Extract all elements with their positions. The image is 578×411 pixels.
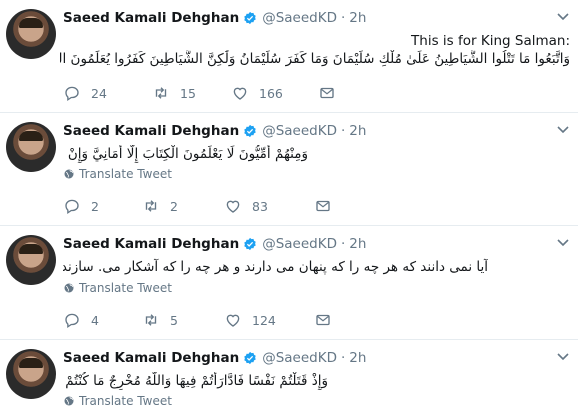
like-icon	[233, 87, 247, 100]
direct-message-icon	[316, 200, 330, 212]
reply-button[interactable]: 24	[63, 84, 152, 102]
tweet-header: Saeed Kamali Dehghan @SaeedKD · 2h	[63, 349, 366, 367]
translate-tweet-link[interactable]: Translate Tweet	[63, 394, 172, 408]
separator-dot: ·	[340, 123, 346, 139]
tweet-text-line: آیا نمی دانند که هر چه را که پنهان می دا…	[63, 259, 488, 275]
avatar[interactable]	[6, 235, 56, 285]
reply-button[interactable]: 2	[63, 197, 142, 215]
translate-tweet-link[interactable]: Translate Tweet	[63, 167, 172, 181]
reply-count: 4	[91, 312, 99, 328]
tweet-text-line: وَاتَّبَعُوا مَا تَتْلُوا الشَّيَاطِينُ …	[60, 51, 570, 67]
like-button[interactable]: 166	[231, 84, 318, 102]
tweet-actions: 4 5 124	[63, 311, 332, 329]
avatar[interactable]	[6, 122, 56, 172]
translate-label: Translate Tweet	[79, 167, 172, 181]
like-icon	[226, 200, 240, 213]
translate-label: Translate Tweet	[79, 394, 172, 408]
tweet-actions: 24 15 166	[63, 84, 336, 102]
direct-message-icon	[316, 314, 330, 326]
timestamp[interactable]: 2h	[349, 350, 366, 366]
tweet-header: Saeed Kamali Dehghan @SaeedKD · 2h	[63, 235, 366, 253]
timestamp[interactable]: 2h	[349, 10, 366, 26]
tweet[interactable]: Saeed Kamali Dehghan @SaeedKD · 2h آیا ن…	[0, 226, 578, 340]
author-name[interactable]: Saeed Kamali Dehghan	[63, 123, 239, 139]
verified-badge-icon	[244, 351, 256, 365]
timestamp[interactable]: 2h	[349, 123, 366, 139]
separator-dot: ·	[340, 10, 346, 26]
globe-icon	[64, 169, 74, 179]
retweet-count: 5	[170, 312, 178, 328]
globe-icon	[64, 396, 74, 406]
retweet-icon	[145, 200, 157, 212]
globe-icon	[64, 283, 74, 293]
translate-label: Translate Tweet	[79, 281, 172, 295]
like-count: 166	[259, 85, 283, 101]
author-handle[interactable]: @SaeedKD	[262, 350, 337, 366]
tweet-text-line: وَإِذْ قَتَلْتُمْ نَفْسًا فَادَّارَأْتُم…	[63, 373, 328, 389]
author-name[interactable]: Saeed Kamali Dehghan	[63, 236, 239, 252]
tweet-actions: 2 2 83	[63, 197, 332, 215]
reply-count: 2	[91, 198, 99, 214]
verified-badge-icon	[244, 237, 256, 251]
tweet-text-line: وَمِنْهُمْ أُمِّيُّونَ لَا يَعْلَمُونَ ا…	[63, 146, 308, 162]
direct-message-button[interactable]	[314, 197, 332, 215]
direct-message-button[interactable]	[318, 84, 336, 102]
translate-tweet-link[interactable]: Translate Tweet	[63, 281, 172, 295]
author-name[interactable]: Saeed Kamali Dehghan	[63, 350, 239, 366]
verified-badge-icon	[244, 11, 256, 25]
author-handle[interactable]: @SaeedKD	[262, 10, 337, 26]
direct-message-button[interactable]	[314, 311, 332, 329]
author-handle[interactable]: @SaeedKD	[262, 123, 337, 139]
reply-button[interactable]: 4	[63, 311, 142, 329]
separator-dot: ·	[340, 236, 346, 252]
retweet-count: 2	[170, 198, 178, 214]
tweet-header: Saeed Kamali Dehghan @SaeedKD · 2h	[63, 122, 366, 140]
retweet-count: 15	[180, 85, 196, 101]
tweet-header: Saeed Kamali Dehghan @SaeedKD · 2h	[63, 9, 366, 27]
chevron-down-icon[interactable]	[556, 238, 570, 248]
direct-message-icon	[320, 87, 334, 99]
separator-dot: ·	[340, 350, 346, 366]
tweet[interactable]: Saeed Kamali Dehghan @SaeedKD · 2h This …	[0, 0, 578, 113]
reply-icon	[65, 86, 79, 102]
avatar[interactable]	[6, 349, 56, 399]
reply-count: 24	[91, 85, 107, 101]
author-name[interactable]: Saeed Kamali Dehghan	[63, 10, 239, 26]
tweet-text-line: This is for King Salman:	[411, 33, 570, 49]
like-icon	[226, 314, 240, 327]
like-button[interactable]: 83	[224, 197, 314, 215]
chevron-down-icon[interactable]	[556, 352, 570, 362]
tweet[interactable]: Saeed Kamali Dehghan @SaeedKD · 2h وَمِن…	[0, 113, 578, 226]
avatar[interactable]	[6, 9, 56, 59]
retweet-button[interactable]: 15	[152, 84, 231, 102]
verified-badge-icon	[244, 124, 256, 138]
tweet-feed: Saeed Kamali Dehghan @SaeedKD · 2h This …	[0, 0, 578, 411]
author-handle[interactable]: @SaeedKD	[262, 236, 337, 252]
chevron-down-icon[interactable]	[556, 12, 570, 22]
tweet[interactable]: Saeed Kamali Dehghan @SaeedKD · 2h وَإِذ…	[0, 340, 578, 411]
retweet-button[interactable]: 2	[142, 197, 224, 215]
like-count: 124	[252, 312, 276, 328]
chevron-down-icon[interactable]	[556, 125, 570, 135]
like-count: 83	[252, 198, 268, 214]
reply-icon	[65, 199, 79, 215]
timestamp[interactable]: 2h	[349, 236, 366, 252]
reply-icon	[65, 313, 79, 329]
retweet-button[interactable]: 5	[142, 311, 224, 329]
retweet-icon	[155, 87, 167, 99]
like-button[interactable]: 124	[224, 311, 314, 329]
retweet-icon	[145, 314, 157, 326]
